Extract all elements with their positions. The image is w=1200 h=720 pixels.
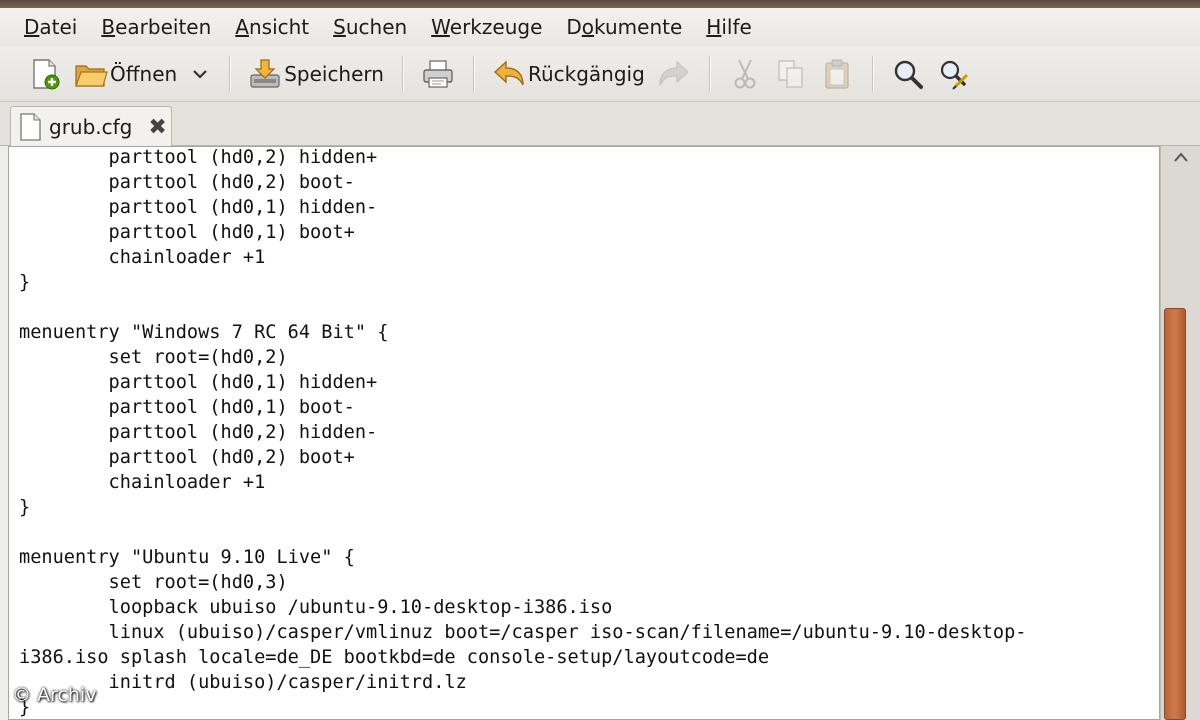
menu-hilfe[interactable]: Hilfe xyxy=(694,15,764,39)
new-document-icon xyxy=(28,57,62,91)
open-label: Öffnen xyxy=(110,61,178,86)
toolbar-separator xyxy=(229,55,231,92)
tab-grub-cfg[interactable]: grub.cfg ✖ xyxy=(10,106,172,147)
folder-open-icon xyxy=(74,57,108,91)
copy-icon xyxy=(774,57,808,91)
code-line: chainloader +1 xyxy=(19,472,266,493)
text-editor[interactable]: parttool (hd0,2) hidden+ parttool (hd0,2… xyxy=(8,146,1160,720)
printer-icon xyxy=(421,57,455,91)
code-line: set root=(hd0,2) xyxy=(19,347,288,368)
clipboard-icon xyxy=(820,57,854,91)
document-tabbar: grub.cfg ✖ xyxy=(0,102,1200,147)
code-line: linux (ubuiso)/casper/vmlinuz boot=/casp… xyxy=(19,622,1027,643)
code-line: parttool (hd0,2) hidden- xyxy=(19,422,378,443)
menu-werkzeuge[interactable]: Werkzeuge xyxy=(419,15,554,39)
menubar: Datei Bearbeiten Ansicht Suchen Werkzeug… xyxy=(0,8,1200,46)
code-line: parttool (hd0,2) hidden+ xyxy=(19,147,378,168)
code-line: loopback ubuiso /ubuntu-9.10-desktop-i38… xyxy=(19,597,613,618)
code-line: i386.iso splash locale=de_DE bootkbd=de … xyxy=(19,647,770,668)
menu-bearbeiten[interactable]: Bearbeiten xyxy=(89,15,223,39)
save-button[interactable]: Speichern xyxy=(242,52,390,96)
copyright-watermark: © Archiv xyxy=(12,684,97,706)
code-line: chainloader +1 xyxy=(19,247,266,268)
toolbar-separator xyxy=(708,55,710,92)
find-replace-icon xyxy=(937,57,971,91)
find-button[interactable] xyxy=(885,52,931,96)
scissors-icon xyxy=(728,57,762,91)
tab-label: grub.cfg xyxy=(49,115,133,139)
code-line: menuentry "Ubuntu 9.10 Live" { xyxy=(19,547,355,568)
vertical-scrollbar[interactable] xyxy=(1160,146,1200,720)
code-line: } xyxy=(19,272,31,293)
close-icon[interactable]: ✖ xyxy=(148,115,166,140)
copy-button[interactable] xyxy=(768,52,814,96)
code-line: parttool (hd0,1) boot- xyxy=(19,397,355,418)
code-line: parttool (hd0,1) hidden+ xyxy=(19,372,378,393)
redo-icon xyxy=(657,57,691,91)
text-file-icon xyxy=(19,112,43,142)
chevron-down-icon xyxy=(189,57,211,91)
menu-dokumente[interactable]: Dokumente xyxy=(554,15,694,39)
open-button[interactable]: Öffnen xyxy=(68,52,183,96)
undo-icon xyxy=(492,57,526,91)
undo-label: Rückgängig xyxy=(527,61,645,86)
code-line: parttool (hd0,2) boot+ xyxy=(19,447,355,468)
code-line: parttool (hd0,1) hidden- xyxy=(19,197,378,218)
print-button[interactable] xyxy=(415,52,461,96)
cut-button[interactable] xyxy=(722,52,768,96)
find-replace-button[interactable] xyxy=(931,52,977,96)
save-icon xyxy=(248,57,282,91)
code-line: } xyxy=(19,497,31,518)
scrollbar-thumb[interactable] xyxy=(1164,308,1186,720)
code-line: menuentry "Windows 7 RC 64 Bit" { xyxy=(19,322,389,343)
save-label: Speichern xyxy=(284,61,384,86)
code-line: parttool (hd0,2) boot- xyxy=(19,172,355,193)
code-line: parttool (hd0,1) boot+ xyxy=(19,222,355,243)
toolbar-separator xyxy=(472,55,474,92)
toolbar-separator xyxy=(871,55,873,92)
new-button[interactable] xyxy=(22,52,68,96)
search-icon xyxy=(891,57,925,91)
redo-button[interactable] xyxy=(651,52,697,96)
code-line: set root=(hd0,3) xyxy=(19,572,288,593)
open-recent-dropdown[interactable] xyxy=(183,52,217,96)
menu-datei[interactable]: Datei xyxy=(12,15,89,39)
toolbar: Öffnen Speichern Rückgängig xyxy=(0,46,1200,102)
toolbar-separator xyxy=(401,55,403,92)
window-title-strip xyxy=(0,0,1200,8)
undo-button[interactable]: Rückgängig xyxy=(486,52,651,96)
menu-ansicht[interactable]: Ansicht xyxy=(223,15,321,39)
menu-suchen[interactable]: Suchen xyxy=(321,15,419,39)
paste-button[interactable] xyxy=(814,52,860,96)
scroll-up-arrow-icon[interactable] xyxy=(1161,146,1200,168)
